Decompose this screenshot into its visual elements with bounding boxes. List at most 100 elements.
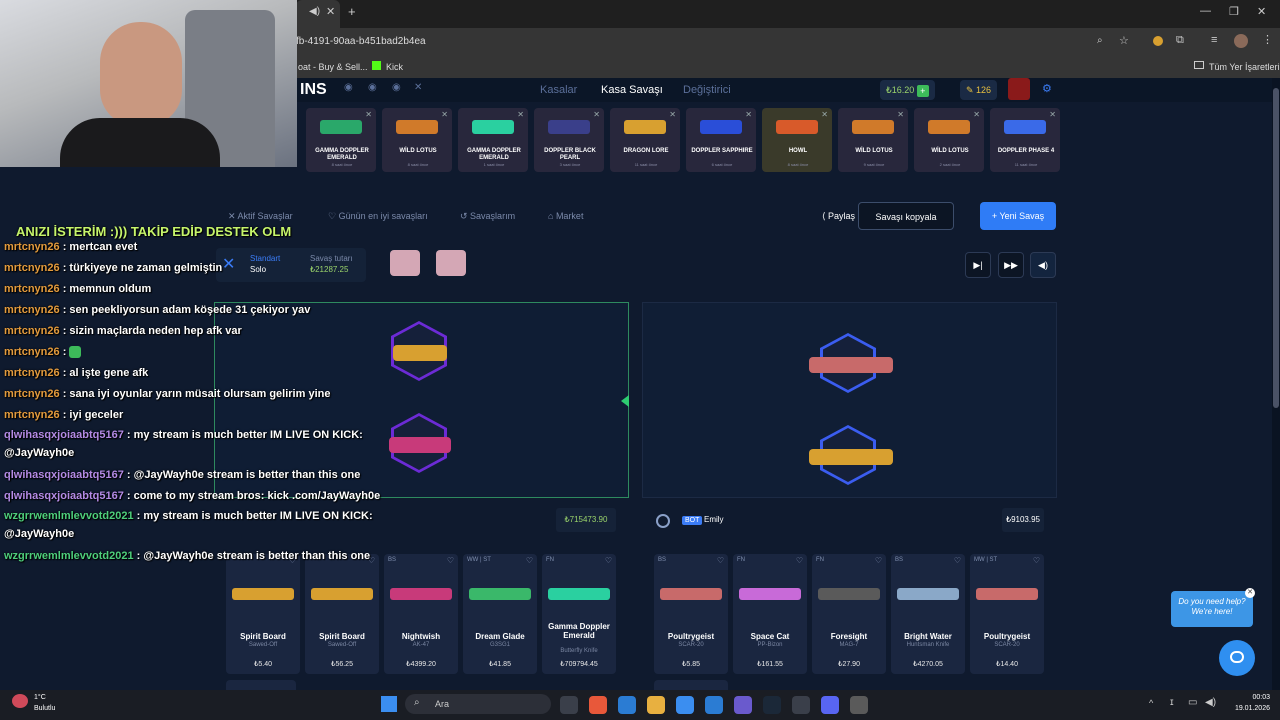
close-icon[interactable]: ✕ — [669, 110, 676, 119]
live-drop-card[interactable]: ✕ GAMMA DOPPLER EMERALD 8 saat önce — [306, 108, 376, 172]
deposit-plus-icon[interactable]: + — [916, 84, 929, 97]
copy-battle-button[interactable]: Savaşı kopyala — [858, 202, 954, 230]
heart-icon[interactable]: ♡ — [875, 556, 882, 565]
item-card[interactable] — [654, 680, 728, 690]
live-drop-card[interactable]: ✕ WİLD LOTUS 8 saat önce — [382, 108, 452, 172]
volume-icon[interactable]: ◀) — [1205, 697, 1216, 708]
profile-avatar[interactable] — [1234, 34, 1248, 48]
tab-my-battles[interactable]: ↺ Savaşlarım — [460, 206, 515, 226]
live-drop-card[interactable]: ✕ HOWL 8 saat önce — [762, 108, 832, 172]
heart-icon[interactable]: ♡ — [717, 556, 724, 565]
heart-icon[interactable]: ♡ — [1033, 556, 1040, 565]
item-card[interactable] — [226, 680, 296, 690]
star-icon[interactable]: ☆ — [1119, 34, 1129, 47]
file-explorer-icon[interactable] — [647, 696, 665, 714]
live-drop-card[interactable]: ✕ DOPPLER PHASE 4 11 saat önce — [990, 108, 1060, 172]
close-icon[interactable]: ✕ — [821, 110, 828, 119]
tab-best-battles[interactable]: ♡ Günün en iyi savaşları — [328, 206, 428, 226]
close-icon[interactable]: ✕ — [365, 110, 372, 119]
live-drop-card[interactable]: ✕ DRAGON LORE 11 saat önce — [610, 108, 680, 172]
clock-time[interactable]: 00:03 — [1230, 694, 1270, 701]
live-drop-card[interactable]: ✕ DOPPLER SAPPHIRE 6 saat önce — [686, 108, 756, 172]
site-logo[interactable]: INS — [300, 78, 327, 102]
maximize-icon[interactable]: ❐ — [1229, 5, 1239, 18]
balance-badge[interactable]: ₺16.20 + — [880, 80, 935, 100]
help-popup[interactable]: Do you need help? We're here! — [1171, 591, 1253, 627]
address-bar[interactable]: fb-4191-90aa-b451bad2b4ea — [296, 31, 1136, 53]
sound-button[interactable]: ◀) — [1030, 252, 1056, 278]
discord-icon[interactable]: ◉ — [344, 82, 353, 93]
live-chat-button[interactable] — [1219, 640, 1255, 676]
microphone-icon[interactable]: ɪ — [1170, 697, 1174, 708]
settings-gear-icon[interactable]: ⚙ — [1042, 82, 1052, 95]
heart-icon[interactable]: ♡ — [526, 556, 533, 565]
fast-forward-button[interactable]: ▶▶ — [998, 252, 1024, 278]
mail-icon[interactable] — [676, 696, 694, 714]
nav-trade-up[interactable]: Değiştirici — [683, 78, 731, 102]
all-bookmarks[interactable]: Tüm Yer İşaretleri — [1209, 56, 1280, 78]
item-card[interactable]: BS ♡ Poultrygeist SCAR-20 ₺5.85 — [654, 554, 728, 674]
reading-list-icon[interactable]: ≡ — [1211, 34, 1217, 46]
close-icon[interactable]: ✕ — [897, 110, 904, 119]
heart-icon[interactable]: ♡ — [954, 556, 961, 565]
share-button[interactable]: ⟨ Paylaş — [822, 206, 855, 226]
close-icon[interactable]: ✕ — [441, 110, 448, 119]
case-icon[interactable] — [436, 250, 466, 276]
teams-icon[interactable] — [734, 696, 752, 714]
bookmark-1[interactable]: oat - Buy & Sell... — [298, 56, 368, 78]
item-card[interactable]: FN ♡ Space Cat PP-Bizon ₺161.55 — [733, 554, 807, 674]
item-card[interactable]: ♡ Spirit Board Sawed-Off ₺56.25 — [305, 554, 379, 674]
close-tab-icon[interactable]: ✕ — [326, 5, 335, 18]
x-icon[interactable]: ✕ — [414, 82, 422, 93]
item-card[interactable]: FN ♡ Gamma Doppler Emerald Butterfly Knife ₺… — [542, 554, 616, 674]
live-drop-card[interactable]: ✕ WİLD LOTUS 9 saat önce — [838, 108, 908, 172]
close-icon[interactable]: ✕ — [1049, 110, 1056, 119]
item-card[interactable]: MW | ST ♡ Poultrygeist SCAR-20 ₺14.40 — [970, 554, 1044, 674]
zoom-icon[interactable]: ⌕ — [1097, 35, 1103, 46]
live-drop-card[interactable]: ✕ DOPPLER BLACK PEARL 3 saat önce — [534, 108, 604, 172]
task-view-icon[interactable] — [560, 696, 578, 714]
bookmark-2[interactable]: Kick — [386, 56, 403, 78]
copilot-icon[interactable] — [589, 696, 607, 714]
item-card[interactable]: ♡ Spirit Board Sawed-Off ₺5.40 — [226, 554, 300, 674]
skip-button[interactable]: ▶| — [965, 252, 991, 278]
item-card[interactable]: BS ♡ Bright Water Huntsman Knife ₺4270.05 — [891, 554, 965, 674]
facebook-icon[interactable]: ◉ — [368, 82, 377, 93]
instagram-icon[interactable]: ◉ — [392, 82, 401, 93]
taskbar-search[interactable]: Ara — [405, 694, 551, 714]
puzzle-icon[interactable]: ⧉ — [1176, 34, 1184, 47]
nav-cases[interactable]: Kasalar — [540, 78, 577, 102]
app-icon[interactable] — [850, 696, 868, 714]
close-window-icon[interactable]: ✕ — [1257, 5, 1266, 18]
weather-icon[interactable] — [12, 694, 28, 708]
extension-icon[interactable] — [1153, 36, 1163, 46]
discord-icon[interactable] — [821, 696, 839, 714]
close-icon[interactable]: ✕ — [973, 110, 980, 119]
item-card[interactable]: BS ♡ Nightwish AK-47 ₺4399.20 — [384, 554, 458, 674]
chrome-icon[interactable] — [705, 696, 723, 714]
heart-icon[interactable]: ♡ — [796, 556, 803, 565]
close-icon[interactable]: ✕ — [517, 110, 524, 119]
page-scrollbar[interactable] — [1272, 78, 1280, 690]
minimize-icon[interactable]: — — [1200, 5, 1211, 17]
item-card[interactable]: FN ♡ Foresight MAG-7 ₺27.90 — [812, 554, 886, 674]
network-icon[interactable]: ▭ — [1188, 697, 1197, 708]
heart-icon[interactable]: ♡ — [605, 556, 612, 565]
new-battle-button[interactable]: + Yeni Savaş — [980, 202, 1056, 230]
clock-date[interactable]: 19.01.2026 — [1222, 705, 1270, 712]
mute-icon[interactable]: ◀) — [309, 6, 320, 17]
tab-market[interactable]: ⌂ Market — [548, 206, 583, 226]
windows-start-icon[interactable] — [381, 696, 397, 712]
heart-icon[interactable]: ♡ — [447, 556, 454, 565]
nav-case-battle[interactable]: Kasa Savaşı — [601, 78, 663, 102]
live-drop-card[interactable]: ✕ GAMMA DOPPLER EMERALD 1 saat önce — [458, 108, 528, 172]
help-close-icon[interactable]: ✕ — [1245, 588, 1255, 598]
live-drop-card[interactable]: ✕ WİLD LOTUS 2 saat önce — [914, 108, 984, 172]
steam-icon[interactable] — [763, 696, 781, 714]
item-card[interactable]: WW | ST ♡ Dream Glade G3SG1 ₺41.85 — [463, 554, 537, 674]
tab-active-battles[interactable]: ✕ Aktif Savaşlar — [228, 206, 293, 226]
app-icon[interactable] — [792, 696, 810, 714]
chevron-up-icon[interactable]: ^ — [1149, 698, 1153, 708]
new-tab-icon[interactable]: + — [348, 4, 356, 19]
edge-icon[interactable] — [618, 696, 636, 714]
